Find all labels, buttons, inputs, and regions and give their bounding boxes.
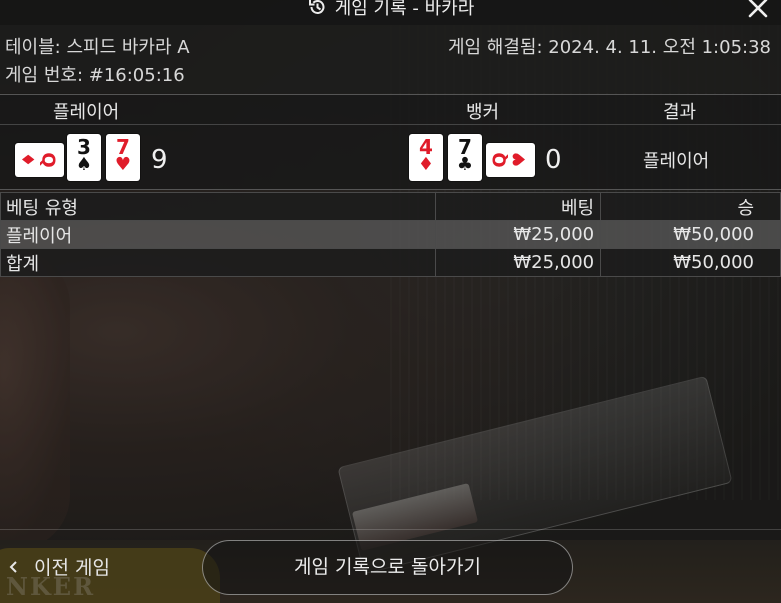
win-amount-cell: ₩50,000 (600, 248, 781, 277)
result-header: 결과 (663, 102, 697, 123)
history-icon (307, 0, 327, 22)
round-number: 게임 번호: #16:05:16 (5, 65, 185, 86)
bet-type-cell: 플레이어 (0, 220, 437, 249)
win-amount-header: 승 (600, 192, 781, 221)
bet-amount-header: 베팅 (435, 192, 602, 221)
bet-amount-cell: ₩25,000 (435, 220, 602, 249)
dialog-title-text: 게임 기록 - 바카라 (334, 0, 475, 19)
table-row-total: 합계 ₩25,000 ₩50,000 (0, 248, 781, 277)
win-amount-cell: ₩50,000 (600, 220, 781, 249)
banker-score: 0 (545, 145, 562, 175)
player-card-1: ♦ Q (15, 143, 64, 177)
resolved-time: 게임 해결됨: 2024. 4. 11. 오전 1:05:38 (447, 37, 771, 58)
bets-table: 베팅 유형 베팅 승 플레이어 ₩25,000 ₩50,000 합계 ₩25,0… (0, 192, 781, 277)
banker-card-2-suit: ♣ (456, 154, 474, 175)
previous-game-button[interactable]: 이전 게임 (8, 553, 110, 580)
player-card-1-suit: ♦ (17, 151, 38, 168)
table-row: 플레이어 ₩25,000 ₩50,000 (0, 220, 781, 249)
banker-card-3-rank: Q (489, 152, 511, 168)
winner-label: 플레이어 (643, 151, 710, 172)
player-card-1-rank: Q (37, 152, 59, 168)
bet-amount-cell: ₩25,000 (435, 248, 602, 277)
player-score: 9 (151, 145, 168, 175)
previous-game-label: 이전 게임 (34, 557, 110, 579)
bet-type-cell: 합계 (0, 248, 437, 277)
back-to-history-button[interactable]: 게임 기록으로 돌아가기 (202, 540, 573, 595)
game-meta: 테이블: 스피드 바카라 A 게임 해결됨: 2024. 4. 11. 오전 1… (0, 25, 781, 93)
player-card-3: 7 ♥ (106, 134, 140, 181)
close-button[interactable] (747, 0, 769, 19)
player-card-2: 3 ♠ (67, 134, 101, 181)
dialog-titlebar: 게임 기록 - 바카라 (0, 0, 781, 25)
header-divider (0, 124, 781, 125)
bet-type-header: 베팅 유형 (0, 192, 437, 221)
banker-header: 뱅커 (466, 102, 500, 123)
player-header: 플레이어 (53, 102, 120, 123)
player-card-2-suit: ♠ (75, 154, 93, 175)
chevron-left-icon (8, 558, 18, 579)
banker-card-3: Q ♥ (486, 143, 535, 177)
banker-card-3-suit: ♥ (510, 151, 531, 168)
banker-card-1-suit: ♦ (417, 154, 435, 175)
player-card-3-suit: ♥ (114, 154, 132, 175)
bets-header-row: 베팅 유형 베팅 승 (0, 192, 781, 221)
table-name: 테이블: 스피드 바카라 A (5, 37, 190, 58)
footer-divider (0, 529, 781, 530)
dialog-title: 게임 기록 - 바카라 (0, 0, 781, 22)
banker-card-2: 7 ♣ (448, 134, 482, 181)
banker-card-1: 4 ♦ (409, 134, 443, 181)
close-icon (748, 0, 768, 18)
